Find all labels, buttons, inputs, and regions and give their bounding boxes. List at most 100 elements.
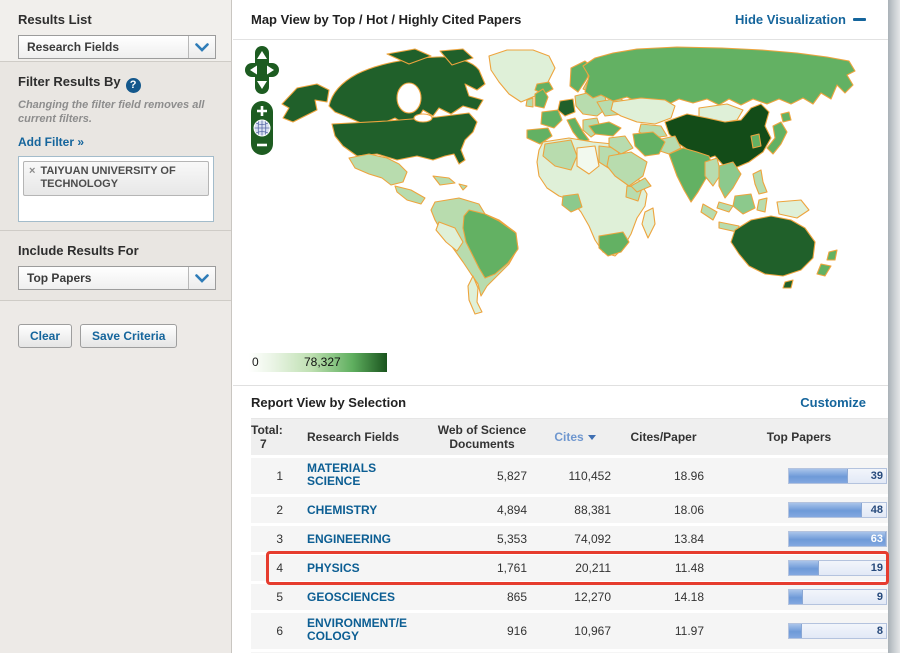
top-papers-bar-track: 9: [788, 589, 887, 605]
world-choropleth-map[interactable]: [237, 44, 882, 340]
top-papers-bar-label: 8: [876, 625, 883, 637]
cites-value: 12,270: [574, 590, 611, 604]
top-papers-bar-fill: [789, 624, 802, 638]
map-view-header: Map View by Top / Hot / Highly Cited Pap…: [233, 0, 888, 40]
map-country-indonesia-sulawesi: [756, 197, 768, 213]
documents-value: 916: [506, 624, 527, 638]
include-results-dropdown[interactable]: Top Papers: [18, 266, 216, 290]
documents-value: 5,827: [496, 469, 527, 483]
customize-link[interactable]: Customize: [800, 395, 866, 410]
table-header-row: Total: 7 Research Fields Web of Science …: [251, 418, 888, 458]
research-field-link[interactable]: CHEMISTRY: [307, 504, 415, 517]
column-header-top-papers: Top Papers: [766, 430, 832, 444]
main-content: Map View by Top / Hot / Highly Cited Pap…: [233, 0, 889, 653]
chevron-down-icon[interactable]: [188, 267, 215, 289]
top-papers-bar-fill: [789, 590, 803, 604]
research-field-link[interactable]: ENVIRONMENT/ECOLOGY: [307, 617, 415, 643]
cites-per-paper-value: 13.84: [673, 532, 704, 546]
top-papers-bar-label: 63: [870, 533, 883, 545]
map-country-indonesia-borneo: [732, 193, 756, 215]
cites-sort-link[interactable]: Cites: [554, 430, 583, 444]
table-row: 6 ENVIRONMENT/ECOLOGY 916 10,967 11.97 8: [251, 613, 888, 652]
map-country-kazakhstan: [610, 97, 676, 125]
results-list-heading: Results List: [18, 12, 92, 27]
include-results-section: Include Results For Top Papers: [0, 231, 231, 301]
row-rank: 2: [276, 503, 283, 517]
help-icon[interactable]: ?: [125, 78, 141, 93]
map-great-lakes: [413, 113, 433, 123]
cites-value: 88,381: [574, 503, 611, 517]
legend-min-value: 0: [252, 355, 259, 369]
legend-max-value: 78,327: [304, 355, 341, 369]
cites-value: 10,967: [574, 624, 611, 638]
cites-value: 110,452: [568, 469, 612, 483]
top-papers-bar-label: 9: [876, 591, 883, 603]
sidebar-actions-section: Clear Save Criteria: [0, 301, 231, 653]
top-papers-bar-track: 63: [788, 531, 887, 547]
map-country-russia: [582, 46, 856, 106]
map-zoom-control[interactable]: [250, 100, 274, 156]
cites-per-paper-value: 11.48: [674, 561, 704, 575]
column-header-cites-per-paper: Cites/Paper: [630, 430, 697, 444]
report-view-title: Report View by Selection: [251, 394, 407, 410]
filter-note: Changing the filter field removes all cu…: [18, 99, 205, 125]
total-value: 7: [260, 437, 267, 451]
filter-tag-label: TAIYUAN UNIVERSITY OF TECHNOLOGY: [40, 164, 176, 190]
research-field-link[interactable]: MATERIALS SCIENCE: [307, 462, 415, 488]
top-papers-bar-label: 48: [870, 504, 883, 516]
esi-application-window: Results List Research Fields Filter Resu…: [0, 0, 900, 653]
row-rank: 5: [276, 590, 283, 604]
map-country-malaysia: [716, 201, 734, 213]
map-country-germany: [557, 98, 576, 117]
research-field-link[interactable]: PHYSICS: [307, 562, 415, 575]
results-list-dropdown[interactable]: Research Fields: [18, 35, 216, 59]
table-row: 3 ENGINEERING 5,353 74,092 13.84 63: [251, 526, 888, 555]
clear-button[interactable]: Clear: [18, 324, 73, 348]
total-label: Total:: [251, 423, 283, 437]
top-papers-bar-fill: [789, 561, 820, 575]
map-legend-row: 0 78,327: [233, 346, 888, 386]
active-filters-box: × TAIYUAN UNIVERSITY OF TECHNOLOGY: [18, 155, 214, 222]
cites-value: 20,211: [575, 561, 611, 575]
documents-value: 5,353: [496, 532, 527, 546]
minus-icon: [853, 18, 866, 21]
table-row: 4 PHYSICS 1,761 20,211 11.48 19: [251, 551, 889, 585]
hide-visualization-link[interactable]: Hide Visualization: [735, 12, 866, 27]
top-papers-bar-fill: [789, 503, 862, 517]
filter-heading: Filter Results By?: [18, 74, 215, 93]
save-criteria-button[interactable]: Save Criteria: [80, 324, 178, 348]
cites-per-paper-value: 18.96: [673, 469, 704, 483]
include-results-dropdown-value: Top Papers: [27, 271, 92, 285]
top-papers-bar-fill: [789, 469, 849, 483]
chevron-down-icon[interactable]: [188, 36, 215, 58]
map-country-alaska: [281, 83, 330, 123]
results-list-dropdown-value: Research Fields: [27, 40, 120, 54]
include-results-heading: Include Results For: [18, 243, 139, 258]
map-country-japan: [766, 111, 792, 155]
cites-per-paper-value: 18.06: [673, 503, 704, 517]
top-papers-bar-label: 19: [870, 562, 883, 574]
world-map-panel: [233, 40, 888, 346]
map-view-title: Map View by Top / Hot / Highly Cited Pap…: [251, 12, 522, 27]
report-table: Total: 7 Research Fields Web of Science …: [233, 418, 889, 653]
add-filter-link[interactable]: Add Filter »: [18, 135, 84, 149]
row-rank: 6: [276, 624, 283, 638]
map-country-madagascar: [641, 207, 656, 239]
documents-value: 865: [506, 590, 527, 604]
table-body: 1 MATERIALS SCIENCE 5,827 110,452 18.96 …: [251, 458, 889, 653]
results-list-section: Results List Research Fields: [0, 0, 231, 62]
map-hudson-bay: [396, 82, 422, 114]
window-edge-shading: [888, 0, 900, 653]
top-papers-bar-track: 19: [788, 560, 887, 576]
report-view-header: Report View by Selection Customize: [233, 386, 888, 418]
sort-descending-icon[interactable]: [587, 435, 596, 440]
research-field-link[interactable]: GEOSCIENCES: [307, 591, 415, 604]
top-papers-bar-track: 48: [788, 502, 887, 518]
research-field-link[interactable]: ENGINEERING: [307, 533, 415, 546]
map-pan-control[interactable]: [245, 46, 279, 96]
remove-filter-icon[interactable]: ×: [29, 165, 35, 191]
map-country-new-zealand: [816, 249, 838, 277]
map-country-papua-new-guinea: [776, 199, 810, 219]
map-country-australia: [730, 215, 816, 277]
table-row: 1 MATERIALS SCIENCE 5,827 110,452 18.96 …: [251, 458, 888, 497]
